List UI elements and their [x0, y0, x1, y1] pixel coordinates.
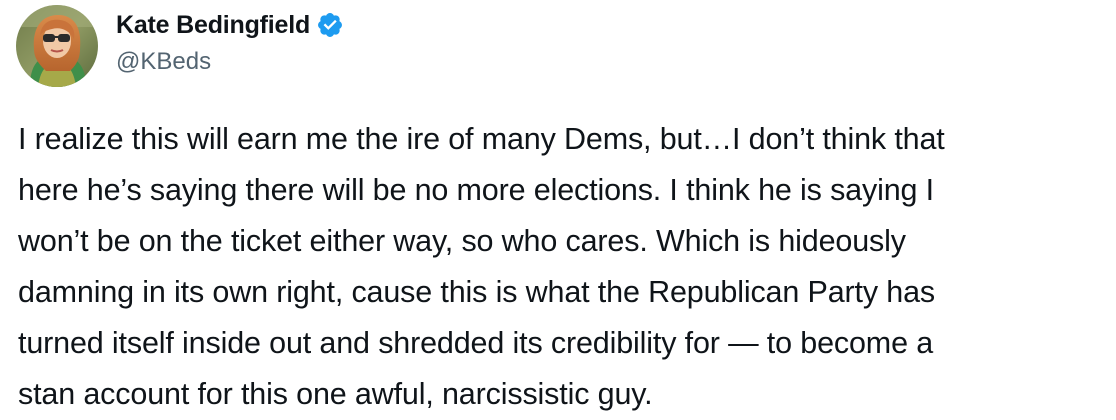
tweet-text: I realize this will earn me the ire of m…: [18, 114, 1108, 420]
tweet-text-line: here he’s saying there will be no more e…: [18, 173, 934, 207]
author-avatar[interactable]: [16, 5, 98, 87]
avatar-photo-icon: [16, 5, 98, 87]
tweet-text-line: turned itself inside out and shredded it…: [18, 326, 934, 360]
tweet-text-line: stan account for this one awful, narciss…: [18, 377, 653, 411]
author-display-name[interactable]: Kate Bedingfield: [116, 11, 310, 40]
tweet-card: Kate Bedingfield @KBeds I realize this w…: [0, 0, 1116, 414]
tweet-text-line: damning in its own right, cause this is …: [18, 275, 935, 309]
author-handle[interactable]: @KBeds: [116, 48, 344, 76]
tweet-text-line: won’t be on the ticket either way, so wh…: [18, 224, 906, 258]
author-name-row[interactable]: Kate Bedingfield: [116, 8, 344, 42]
verified-badge-icon[interactable]: [316, 11, 344, 39]
author-info: Kate Bedingfield @KBeds: [116, 8, 344, 76]
tweet-text-line: I realize this will earn me the ire of m…: [18, 122, 945, 156]
